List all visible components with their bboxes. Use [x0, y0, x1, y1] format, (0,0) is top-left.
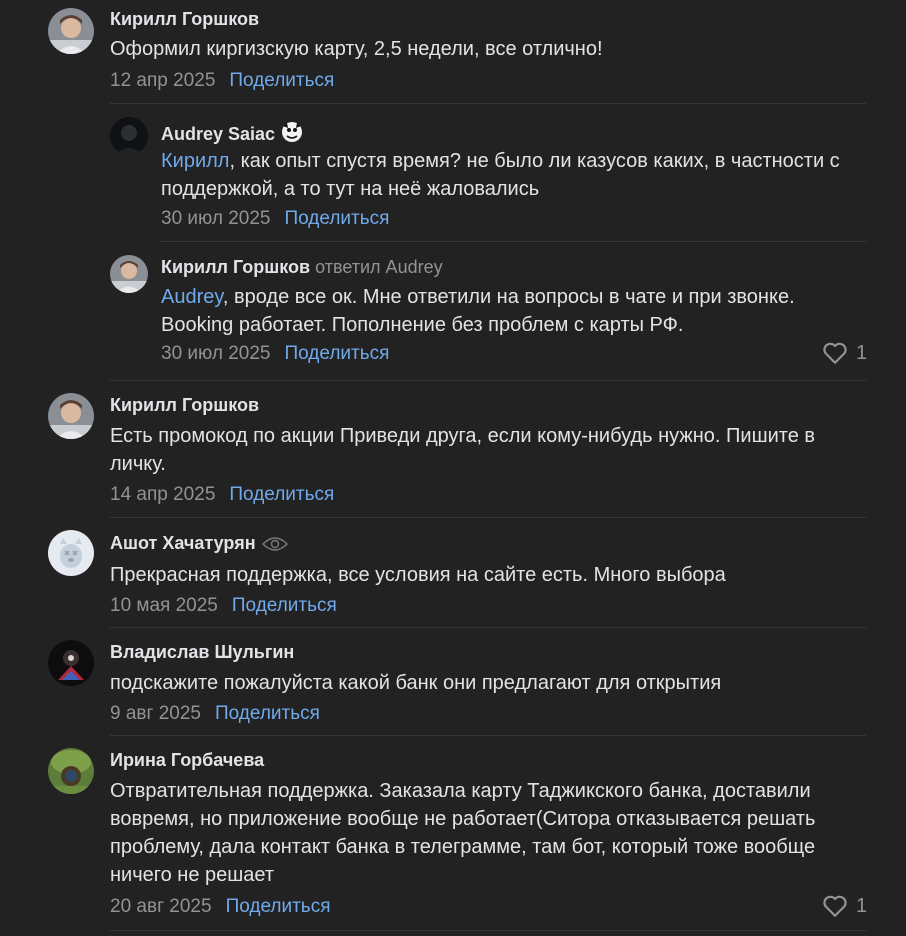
like-button[interactable]: 1: [822, 341, 867, 365]
comment-author-name[interactable]: Кирилл Горшков: [161, 257, 310, 277]
avatar-photo-icon: [48, 393, 94, 439]
comment-text: Отвратительная поддержка. Заказала карту…: [110, 780, 816, 886]
share-button[interactable]: Поделиться: [226, 896, 331, 917]
comment-text: Кирилл, как опыт спустя время? не было л…: [161, 147, 871, 203]
comment-text: Оформил киргизскую карту, 2,5 недели, вс…: [110, 38, 603, 60]
comment-author[interactable]: Кирилл Горшков: [110, 9, 259, 30]
share-button[interactable]: Поделиться: [232, 595, 337, 616]
comment-body: , как опыт спустя время? не было ли казу…: [161, 150, 840, 200]
avatar-photo-icon: [48, 640, 94, 686]
comment-author[interactable]: Ашот Хачатурян: [110, 533, 288, 557]
divider: [110, 930, 866, 931]
comment-text: Есть промокод по акции Приведи друга, ес…: [110, 425, 816, 475]
share-button[interactable]: Поделиться: [229, 484, 334, 505]
comment-meta: 9 авг 2025 Поделиться: [110, 703, 320, 725]
comment-date[interactable]: 14 апр 2025: [110, 484, 215, 505]
comment-text: Audrey, вроде все ок. Мне ответили на во…: [161, 283, 861, 339]
avatar-photo-icon: [48, 8, 94, 54]
avatar[interactable]: [48, 530, 94, 576]
heart-icon: [823, 342, 847, 364]
comment-date[interactable]: 20 авг 2025: [110, 896, 212, 917]
avatar[interactable]: [48, 640, 94, 686]
share-button[interactable]: Поделиться: [215, 703, 320, 724]
avatar-photo-icon: [110, 255, 148, 293]
share-button[interactable]: Поделиться: [285, 343, 390, 364]
avatar-photo-icon: [48, 748, 94, 794]
eye-icon: [261, 536, 288, 557]
divider: [110, 735, 866, 736]
comment-meta: 30 июл 2025 Поделиться: [161, 343, 389, 365]
comment-meta: 30 июл 2025 Поделиться: [161, 208, 389, 230]
comment-author[interactable]: Кирилл Горшков ответил Audrey: [161, 257, 443, 278]
comment-date[interactable]: 30 июл 2025: [161, 208, 271, 229]
like-button[interactable]: 1: [822, 894, 867, 918]
reply-to-label[interactable]: ответил Audrey: [315, 257, 442, 277]
comments-feed: Кирилл Горшков Оформил киргизскую карту,…: [0, 0, 906, 936]
comment-meta: 20 авг 2025 Поделиться: [110, 896, 330, 918]
share-button[interactable]: Поделиться: [285, 208, 390, 229]
comment-date[interactable]: 12 апр 2025: [110, 70, 215, 91]
comment-author-name[interactable]: Audrey Saiac: [161, 124, 275, 144]
comment-date[interactable]: 30 июл 2025: [161, 343, 271, 364]
avatar[interactable]: [110, 255, 148, 293]
avatar[interactable]: [48, 8, 94, 54]
comment-author[interactable]: Владислав Шульгин: [110, 642, 294, 663]
like-count: 1: [856, 341, 868, 364]
comment-text: Прекрасная поддержка, все условия на сай…: [110, 564, 726, 586]
deactivated-dog-avatar-icon: [48, 530, 94, 576]
divider: [110, 627, 866, 628]
avatar[interactable]: [110, 117, 148, 155]
comment-text: подскажите пожалуйста какой банк они пре…: [110, 672, 722, 694]
share-button[interactable]: Поделиться: [229, 70, 334, 91]
avatar[interactable]: [48, 393, 94, 439]
avatar-photo-icon: [110, 117, 148, 155]
comment-date[interactable]: 9 авг 2025: [110, 703, 201, 724]
divider: [110, 380, 866, 381]
comment-author[interactable]: Audrey Saiac: [161, 121, 303, 148]
divider: [110, 517, 866, 518]
comment-body: , вроде все ок. Мне ответили на вопросы …: [161, 286, 795, 336]
mention-link[interactable]: Кирилл: [161, 150, 229, 172]
divider: [161, 241, 866, 242]
donut-badge-icon: [281, 121, 303, 148]
comment-meta: 14 апр 2025 Поделиться: [110, 484, 334, 506]
comment-meta: 10 мая 2025 Поделиться: [110, 595, 337, 617]
mention-link[interactable]: Audrey: [161, 286, 223, 308]
avatar[interactable]: [48, 748, 94, 794]
divider: [110, 103, 866, 104]
comment-author-name[interactable]: Ашот Хачатурян: [110, 533, 256, 553]
heart-icon: [823, 895, 847, 917]
comment-author[interactable]: Кирилл Горшков: [110, 395, 259, 416]
comment-meta: 12 апр 2025 Поделиться: [110, 70, 334, 92]
comment-date[interactable]: 10 мая 2025: [110, 595, 218, 616]
like-count: 1: [856, 894, 868, 917]
comment-author[interactable]: Ирина Горбачева: [110, 750, 264, 771]
